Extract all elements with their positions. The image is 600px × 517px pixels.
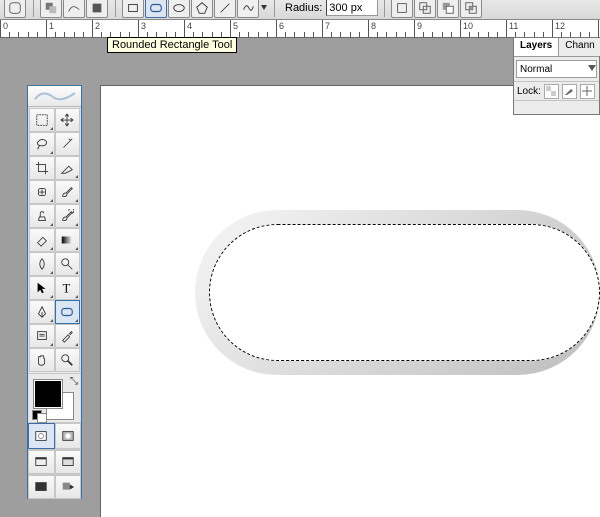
tool-notes[interactable] xyxy=(29,324,55,348)
lock-position-icon[interactable] xyxy=(580,84,595,99)
foreground-color-swatch[interactable] xyxy=(34,380,62,408)
marching-ants-selection xyxy=(209,224,600,361)
tool-type[interactable]: T xyxy=(55,276,81,300)
tab-channels[interactable]: Chann xyxy=(559,38,600,56)
layers-panel: Layers Chann Normal Lock: xyxy=(513,37,600,115)
shape-ellipse[interactable] xyxy=(168,0,190,18)
screenmode-full[interactable] xyxy=(28,475,55,499)
blend-mode-select[interactable]: Normal xyxy=(516,60,597,78)
paths-mode[interactable] xyxy=(63,0,85,18)
shape-options-dropdown[interactable] xyxy=(260,0,268,17)
lock-pixels-icon[interactable] xyxy=(562,84,577,99)
swap-colors-icon[interactable]: ⤡ xyxy=(70,376,78,387)
shape-polygon[interactable] xyxy=(191,0,213,18)
shape-layers-mode[interactable] xyxy=(40,0,62,18)
toolbox-panel: T ⤡ xyxy=(27,85,82,499)
tool-marquee[interactable] xyxy=(29,108,55,132)
tool-history-brush[interactable] xyxy=(55,204,81,228)
shape-custom[interactable] xyxy=(237,0,259,18)
color-swatches: ⤡ xyxy=(28,373,81,422)
toolbox-header[interactable] xyxy=(28,86,81,107)
tool-path-selection[interactable] xyxy=(29,276,55,300)
tool-brush[interactable] xyxy=(55,180,81,204)
jump-to-imageready[interactable] xyxy=(55,475,82,499)
tool-hand[interactable] xyxy=(29,348,55,372)
default-colors-icon[interactable] xyxy=(32,410,48,420)
lock-label: Lock: xyxy=(517,86,541,97)
tool-move[interactable] xyxy=(55,108,81,132)
tool-lasso[interactable] xyxy=(29,132,55,156)
pathop-intersect[interactable] xyxy=(460,0,482,18)
options-bar: Radius: xyxy=(0,0,600,20)
radius-input[interactable] xyxy=(326,0,378,16)
tool-slice[interactable] xyxy=(55,156,81,180)
tool-clone-stamp[interactable] xyxy=(29,204,55,228)
pathop-add[interactable] xyxy=(414,0,436,18)
svg-text:T: T xyxy=(63,281,71,295)
tool-tooltip: Rounded Rectangle Tool xyxy=(107,37,237,53)
tool-zoom[interactable] xyxy=(55,348,81,372)
tool-eyedropper[interactable] xyxy=(55,324,81,348)
standard-mode[interactable] xyxy=(28,423,55,449)
screenmode-fullmenu[interactable] xyxy=(55,450,82,474)
radius-label: Radius: xyxy=(285,2,322,14)
screenmode-standard[interactable] xyxy=(28,450,55,474)
blend-mode-value: Normal xyxy=(520,64,552,75)
shape-line[interactable] xyxy=(214,0,236,18)
tab-layers[interactable]: Layers xyxy=(514,38,559,56)
shape-rectangle[interactable] xyxy=(122,0,144,18)
quickmask-mode[interactable] xyxy=(55,423,82,449)
tool-crop[interactable] xyxy=(29,156,55,180)
lock-transparency-icon[interactable] xyxy=(544,84,559,99)
tool-preset-picker[interactable] xyxy=(4,0,26,18)
tool-blur[interactable] xyxy=(29,252,55,276)
tool-gradient[interactable] xyxy=(55,228,81,252)
tool-eraser[interactable] xyxy=(29,228,55,252)
tool-healing-brush[interactable] xyxy=(29,180,55,204)
tool-rounded-rectangle[interactable] xyxy=(55,300,81,324)
shape-rounded-rectangle[interactable] xyxy=(145,0,167,18)
pathop-new[interactable] xyxy=(391,0,413,18)
rounded-rect-shape-outer xyxy=(195,210,600,375)
tool-pen[interactable] xyxy=(29,300,55,324)
pathop-subtract[interactable] xyxy=(437,0,459,18)
panel-tabs: Layers Chann xyxy=(514,38,599,57)
tool-dodge[interactable] xyxy=(55,252,81,276)
tool-magic-wand[interactable] xyxy=(55,132,81,156)
horizontal-ruler: 012345678910111213 xyxy=(0,20,600,38)
fill-pixels-mode[interactable] xyxy=(86,0,108,18)
